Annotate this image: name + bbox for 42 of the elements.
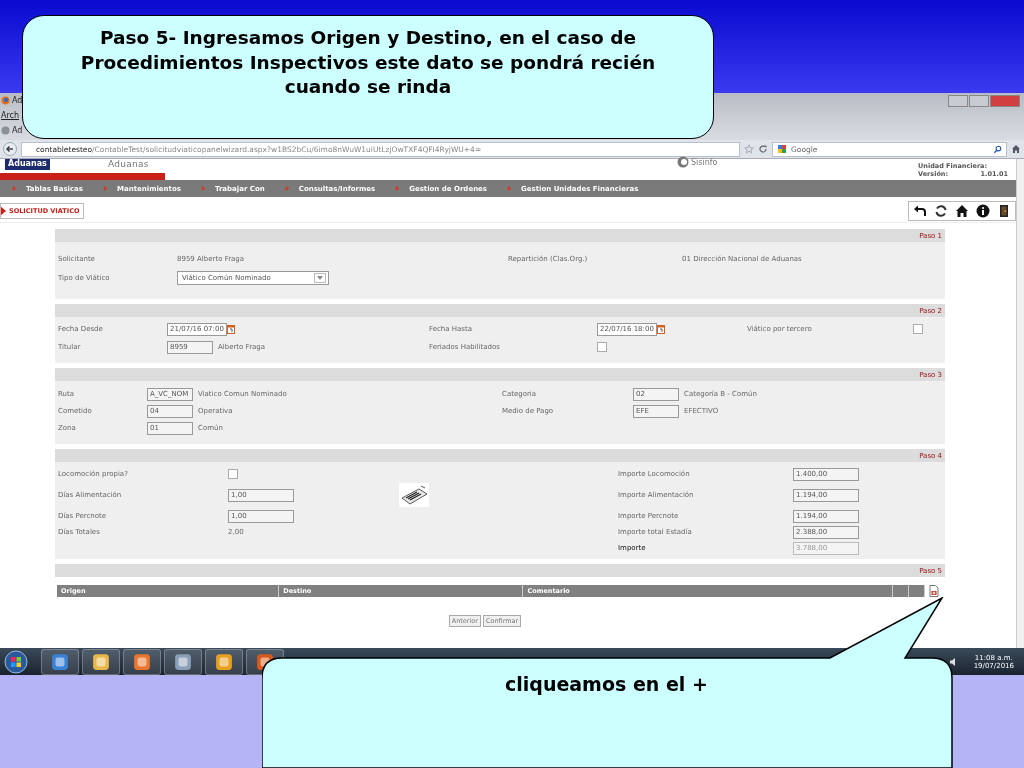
star-icon[interactable] — [744, 144, 754, 154]
arrow-icon — [1, 205, 6, 216]
callout-text: cliqueamos en el + — [505, 673, 708, 695]
browser-tab[interactable]: Ad — [12, 126, 23, 135]
taskbar-app-icon[interactable] — [164, 648, 202, 675]
calculator-icon[interactable] — [399, 483, 429, 507]
checkbox[interactable] — [228, 469, 238, 479]
logo-badge: Aduanas — [5, 159, 50, 170]
app-title: Aduanas — [107, 159, 149, 169]
taskbar-app-icon[interactable] — [123, 648, 161, 675]
scrollbar[interactable] — [1016, 159, 1024, 648]
taskbar-app-icon[interactable] — [205, 648, 243, 675]
calendar-icon[interactable] — [656, 324, 665, 334]
browser-icon — [1, 96, 10, 105]
search-icon[interactable] — [993, 144, 1002, 154]
arrow-icon — [395, 186, 401, 191]
undo-icon[interactable] — [913, 203, 927, 218]
window-title: Ad — [12, 96, 23, 105]
refresh-icon[interactable] — [934, 203, 948, 218]
logo-icon — [677, 156, 689, 168]
caret-icon — [317, 276, 323, 280]
arrow-icon — [103, 186, 108, 191]
start-button[interactable] — [4, 649, 28, 674]
exit-icon[interactable] — [997, 203, 1011, 218]
brand-name: Sisinfo — [691, 157, 718, 167]
search-engine-icon[interactable] — [777, 144, 787, 154]
back-icon[interactable] — [3, 142, 17, 156]
checkbox[interactable] — [597, 342, 607, 352]
arrow-icon — [200, 186, 206, 191]
home-icon[interactable] — [955, 203, 969, 218]
close-button[interactable] — [990, 94, 1020, 107]
page-icon — [1, 126, 10, 135]
calendar-icon[interactable] — [226, 324, 235, 334]
arrow-icon — [284, 186, 290, 191]
arrow-icon — [12, 186, 17, 191]
info-icon[interactable] — [976, 203, 990, 218]
arrow-icon — [507, 186, 513, 191]
speech-bubble: Paso 5- Ingresamos Origen y Destino, en el caso de Procedimientos Inspectivos este dato se pondrá recién cuando se rinda — [22, 15, 714, 139]
checkbox[interactable] — [913, 324, 923, 334]
menu-item[interactable]: Arch — [1, 111, 20, 120]
add-row-icon[interactable] — [929, 585, 939, 597]
taskbar-app-icon[interactable] — [82, 648, 120, 675]
